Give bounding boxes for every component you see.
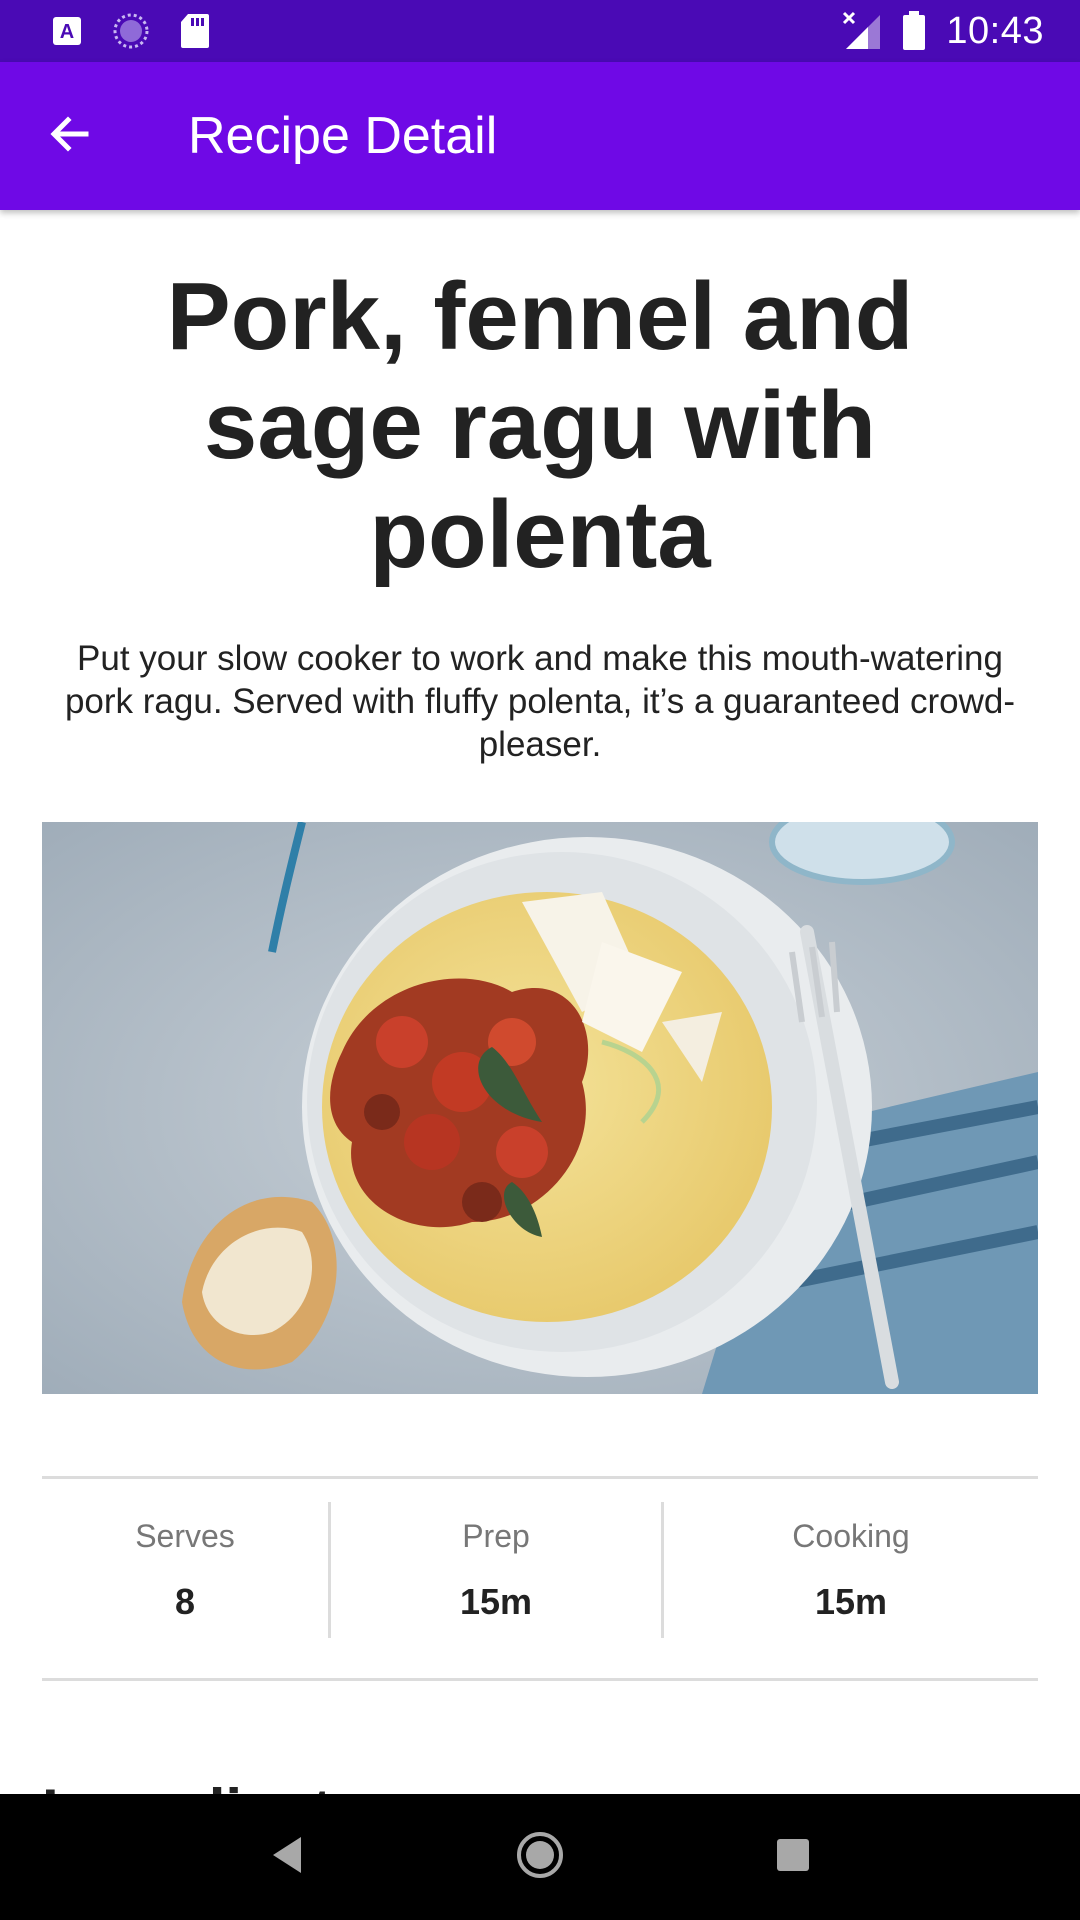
font-a-icon: A <box>52 16 82 46</box>
stats-bottom-divider <box>42 1678 1038 1681</box>
stat-label: Serves <box>135 1517 235 1554</box>
recipe-photo <box>42 822 1038 1394</box>
status-right-icons: 10:43 <box>822 10 1044 53</box>
stats-top-divider <box>42 1476 1038 1479</box>
svg-text:A: A <box>60 21 74 43</box>
stat-serves: Serves 8 <box>42 1502 328 1638</box>
nav-back-button[interactable] <box>242 1812 332 1902</box>
status-time: 10:43 <box>946 9 1044 52</box>
stat-cooking: Cooking 15m <box>664 1502 1038 1638</box>
arrow-left-icon <box>46 110 94 163</box>
recipe-title: Pork, fennel and sage ragu with polenta <box>166 263 914 588</box>
system-nav-bar <box>0 1794 1080 1920</box>
back-triangle-icon <box>269 1835 305 1880</box>
nav-home-button[interactable] <box>495 1812 585 1902</box>
stat-value: 8 <box>174 1580 196 1622</box>
recipe-content[interactable]: Pork, fennel and sage ragu with polenta … <box>0 210 1080 1794</box>
sd-card-icon <box>180 13 210 49</box>
recipe-stats: Serves 8 Prep 15m Cooking 15m <box>42 1502 1038 1638</box>
status-bar: A 10:43 <box>0 0 1080 62</box>
nav-recents-button[interactable] <box>748 1812 838 1902</box>
ingredients-heading: Ingredients <box>42 1776 365 1794</box>
recents-square-icon <box>775 1837 811 1878</box>
stat-label: Cooking <box>792 1517 910 1554</box>
battery-icon <box>902 11 926 51</box>
stat-label: Prep <box>462 1517 530 1554</box>
stat-prep: Prep 15m <box>331 1502 661 1638</box>
recipe-photo-illustration <box>42 822 1038 1394</box>
status-left-icons: A <box>52 12 240 50</box>
app-bar: Recipe Detail <box>0 62 1080 210</box>
app-bar-title: Recipe Detail <box>188 107 498 165</box>
stat-value: 15m <box>814 1580 888 1622</box>
sync-icon <box>112 12 150 50</box>
stat-value: 15m <box>459 1580 533 1622</box>
back-button[interactable] <box>20 86 120 186</box>
recipe-description: Put your slow cooker to work and make th… <box>64 639 1016 764</box>
signal-no-data-icon <box>842 11 882 51</box>
home-circle-icon <box>515 1830 565 1885</box>
